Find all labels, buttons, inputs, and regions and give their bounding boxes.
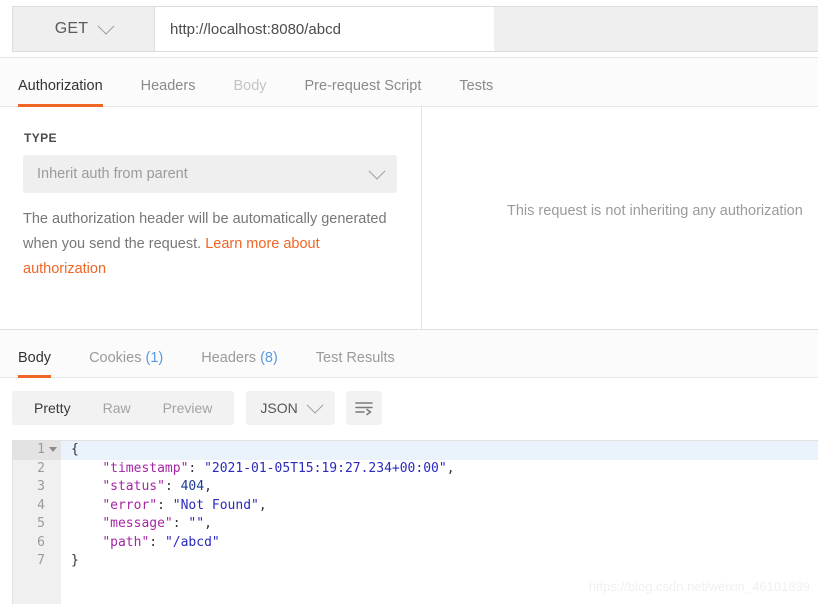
fold-arrow-icon[interactable] (49, 447, 57, 452)
code-token (71, 461, 102, 476)
code-token (71, 516, 102, 531)
code-token (71, 479, 102, 494)
watermark: https://blog.csdn.net/weixin_46101839 (589, 579, 810, 594)
authorization-pane: TYPE Inherit auth from parent The author… (0, 107, 818, 329)
code-token: : (149, 535, 165, 550)
line-number: 3 (13, 478, 61, 497)
code-token: "/abcd" (165, 535, 220, 550)
auth-type-select[interactable]: Inherit auth from parent (23, 155, 397, 193)
line-number: 4 (13, 497, 61, 516)
authorization-left-panel: TYPE Inherit auth from parent The author… (0, 107, 422, 329)
code-line: 4 "error": "Not Found", (13, 497, 818, 516)
url-bar-inner: GET http://localhost:8080/abcd (12, 6, 818, 52)
tab-body[interactable]: Body (233, 78, 266, 106)
response-body-toolbar: Pretty Raw Preview JSON (0, 378, 818, 438)
wrap-lines-button[interactable] (346, 391, 382, 425)
auth-inherit-message: This request is not inheriting any autho… (507, 203, 803, 219)
response-tab-headers-count: (8) (260, 350, 278, 366)
auth-type-label: TYPE (24, 131, 57, 145)
tab-authorization[interactable]: Authorization (18, 78, 103, 106)
send-button-area[interactable] (494, 7, 818, 51)
wrap-lines-icon (354, 400, 374, 416)
code-token (71, 535, 102, 550)
response-tab-cookies-label: Cookies (89, 350, 141, 366)
auth-type-value: Inherit auth from parent (37, 166, 371, 182)
chevron-down-icon (98, 18, 115, 35)
code-line-text: "timestamp": "2021-01-05T15:19:27.234+00… (61, 460, 455, 479)
http-method-dropdown[interactable]: GET (13, 7, 155, 51)
tab-headers[interactable]: Headers (141, 78, 196, 106)
code-line-text: "error": "Not Found", (61, 497, 267, 516)
code-token: "error" (102, 498, 157, 513)
code-line-text: "message": "", (61, 515, 212, 534)
response-tab-headers-label: Headers (201, 350, 256, 366)
code-line: 6 "path": "/abcd" (13, 534, 818, 553)
response-tab-body-label: Body (18, 350, 51, 366)
code-line-text: { (61, 441, 79, 460)
code-token: , (259, 498, 267, 513)
code-token: "2021-01-05T15:19:27.234+00:00" (204, 461, 447, 476)
auth-description: The authorization header will be automat… (23, 207, 403, 282)
code-token (71, 498, 102, 513)
response-tab-headers[interactable]: Headers (8) (201, 350, 278, 377)
url-input[interactable]: http://localhost:8080/abcd (155, 7, 494, 51)
response-tab-body[interactable]: Body (18, 350, 51, 377)
code-token: "" (188, 516, 204, 531)
code-token: } (71, 553, 79, 568)
code-line-text: "path": "/abcd" (61, 534, 220, 553)
response-tabs: Body Cookies (1) Headers (8) Test Result… (0, 330, 818, 378)
view-mode-preview[interactable]: Preview (147, 391, 229, 425)
code-token: : (165, 479, 181, 494)
code-token: : (173, 516, 189, 531)
code-line: 2 "timestamp": "2021-01-05T15:19:27.234+… (13, 460, 818, 479)
view-mode-segmented-control: Pretty Raw Preview (12, 391, 234, 425)
line-number: 2 (13, 460, 61, 479)
code-line: 1{ (13, 441, 818, 460)
response-tab-cookies-count: (1) (145, 350, 163, 366)
code-token: "message" (102, 516, 172, 531)
view-mode-raw[interactable]: Raw (87, 391, 147, 425)
code-token: : (157, 498, 173, 513)
response-format-value: JSON (260, 400, 297, 416)
tab-tests[interactable]: Tests (459, 78, 493, 106)
code-token: "Not Found" (173, 498, 259, 513)
code-token: , (204, 516, 212, 531)
code-token: "path" (102, 535, 149, 550)
tab-pre-request-script[interactable]: Pre-request Script (305, 78, 422, 106)
code-token: , (447, 461, 455, 476)
response-tab-test-results[interactable]: Test Results (316, 350, 395, 377)
line-number: 7 (13, 552, 61, 571)
chevron-down-icon (369, 163, 386, 180)
authorization-right-panel: This request is not inheriting any autho… (423, 107, 818, 329)
code-token: "timestamp" (102, 461, 188, 476)
code-token: 404 (181, 479, 204, 494)
line-number: 5 (13, 515, 61, 534)
line-number: 6 (13, 534, 61, 553)
response-tab-test-results-label: Test Results (316, 350, 395, 366)
request-url-bar: GET http://localhost:8080/abcd (0, 0, 818, 58)
code-token: { (71, 442, 79, 457)
request-tabs: Authorization Headers Body Pre-request S… (0, 58, 818, 107)
line-number: 1 (13, 441, 61, 460)
view-mode-pretty[interactable]: Pretty (18, 391, 87, 425)
code-line: 3 "status": 404, (13, 478, 818, 497)
code-token: : (188, 461, 204, 476)
url-text: http://localhost:8080/abcd (170, 21, 341, 38)
http-method-label: GET (55, 20, 89, 38)
code-line-text: } (61, 552, 79, 571)
response-tab-cookies[interactable]: Cookies (1) (89, 350, 163, 377)
response-format-dropdown[interactable]: JSON (246, 391, 334, 425)
code-token: , (204, 479, 212, 494)
code-token: "status" (102, 479, 165, 494)
code-lines-container: 1{2 "timestamp": "2021-01-05T15:19:27.23… (13, 441, 818, 571)
code-line: 7} (13, 552, 818, 571)
code-line-text: "status": 404, (61, 478, 212, 497)
code-line: 5 "message": "", (13, 515, 818, 534)
chevron-down-icon (306, 397, 323, 414)
